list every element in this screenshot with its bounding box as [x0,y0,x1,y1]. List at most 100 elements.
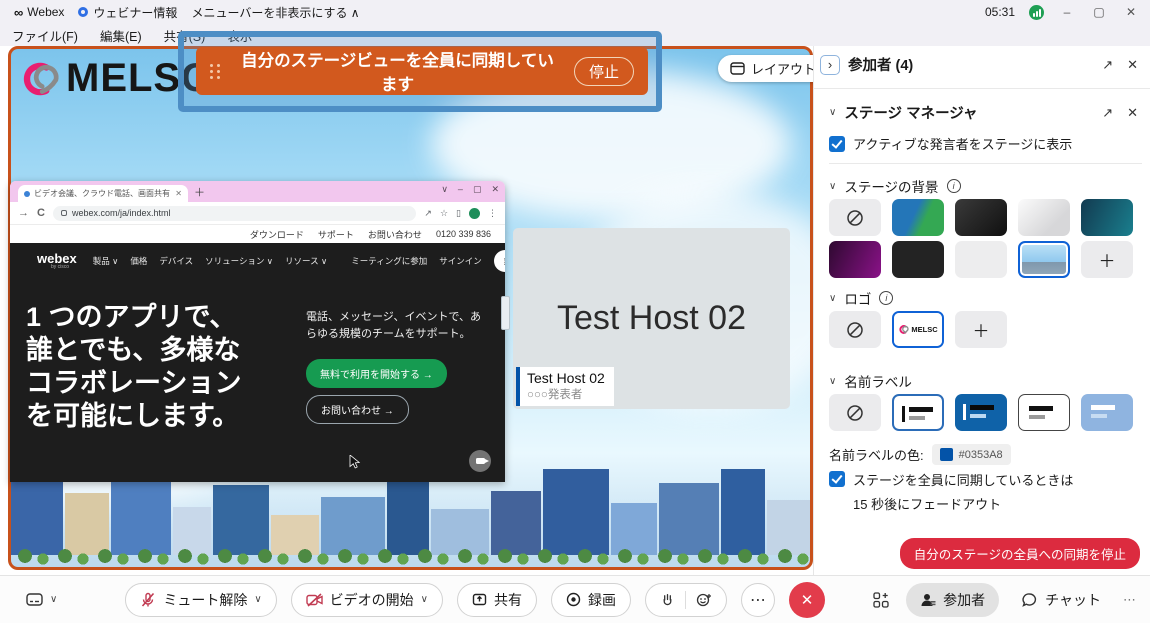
raise-hand-icon[interactable] [660,592,675,607]
browser-maximize-button[interactable]: ▢ [473,184,482,195]
maximize-button[interactable]: ▢ [1090,5,1108,19]
logo-add-button[interactable]: ＋ [955,311,1007,348]
name-label-color-chip[interactable]: #0353A8 [932,444,1011,465]
browser-profile-icon[interactable]: ▯ [456,208,461,219]
quicklink-download[interactable]: ダウンロード [250,228,304,241]
browser-close-button[interactable]: ✕ [491,184,499,195]
logo-section-header[interactable]: ∨ ロゴ i [829,288,1138,308]
stage-background-info-icon[interactable]: i [947,179,961,193]
site-cta-button[interactable]: 無料で始める [494,250,505,272]
browser-forward-icon[interactable]: → [18,207,29,219]
layout-label: レイアウト [751,59,816,78]
background-thumb-city-selected[interactable] [1018,241,1070,278]
background-thumb-gray[interactable] [955,241,1007,278]
stage-manager-title: ステージ マネージャ [844,102,977,123]
bookmark-star-icon[interactable]: ☆ [440,208,448,219]
background-thumb-dark[interactable] [955,199,1007,236]
start-video-chevron-icon: ∨ [421,594,428,605]
tab-close-icon[interactable]: ✕ [175,189,182,198]
captions-button[interactable]: ∨ [18,583,65,617]
color-value: #0353A8 [959,449,1003,461]
close-stage-manager-icon[interactable]: ✕ [1127,105,1138,121]
browser-reload-icon[interactable]: C [37,207,45,219]
site-nav-products[interactable]: 製品 ∨ [93,255,119,267]
stage-manager-chevron-icon[interactable]: ∨ [829,107,836,118]
address-bar[interactable]: webex.com/ja/index.html [53,206,416,221]
background-thumb-green-blue[interactable] [892,199,944,236]
name-label-style-1-selected[interactable] [892,394,944,431]
site-nav-pricing[interactable]: 価格 [130,255,147,267]
logo-none-thumb[interactable] [829,311,881,348]
site-nav-devices[interactable]: デバイス [159,255,193,267]
background-thumb-light[interactable] [1018,199,1070,236]
connection-quality-icon[interactable] [1029,5,1044,20]
site-nav-resources[interactable]: リソース ∨ [285,255,327,267]
browser-avatar[interactable] [469,208,480,219]
name-label-chevron-icon: ∨ [829,376,836,387]
new-tab-button[interactable]: ＋ [194,184,205,200]
camera-widget-icon[interactable] [469,450,491,472]
captions-chevron-icon: ∨ [50,594,57,605]
apps-icon[interactable] [872,591,890,609]
start-video-button[interactable]: ビデオの開始 ∨ [291,583,443,617]
unmute-button[interactable]: ミュート解除 ∨ [125,583,276,617]
hide-menubar-button[interactable]: メニューバーを非表示にする ∧ [191,4,359,21]
webinar-info-menu[interactable]: ウェビナー情報 [78,4,177,21]
background-thumb-teal[interactable] [1081,199,1133,236]
site-brand[interactable]: webex by cisco [37,252,77,270]
stage-divider-handle[interactable] [501,296,510,330]
layout-button[interactable]: レイアウト [718,55,828,82]
stop-sync-all-button[interactable]: 自分のステージの全員への同期を停止 [900,538,1140,569]
stage-background-header[interactable]: ∨ ステージの背景 i [829,176,1138,196]
browser-tab[interactable]: ビデオ会議、クラウド電話、画面共有 ✕ [18,185,188,202]
close-panel-icon[interactable]: ✕ [1127,57,1138,73]
name-label-section-header[interactable]: ∨ 名前ラベル [829,371,1138,391]
background-none-thumb[interactable] [829,199,881,236]
logo-info-icon[interactable]: i [879,291,893,305]
popout-panel-icon[interactable]: ↗ [1102,57,1113,73]
browser-menu-icon[interactable]: ⋮ [488,208,497,219]
name-label-style-4[interactable] [1081,394,1133,431]
participants-toggle-button[interactable]: 参加者 [906,583,999,617]
background-thumb-black[interactable] [892,241,944,278]
quicklink-contact[interactable]: お問い合わせ [368,228,422,241]
name-label-style-2[interactable] [955,394,1007,431]
collapse-panel-button[interactable]: › [820,55,840,75]
popout-stage-manager-icon[interactable]: ↗ [1102,105,1113,121]
browser-minimize-button[interactable]: – [458,184,463,195]
name-label-style-3[interactable] [1018,394,1070,431]
leave-meeting-button[interactable]: ✕ [789,582,825,618]
fadeout-checkbox[interactable] [829,471,845,487]
logo-thumbnails-row: MELSC ＋ [829,311,1007,348]
close-button[interactable]: ✕ [1122,5,1140,19]
more-options-icon: ⋯ [750,590,766,610]
menu-file[interactable]: ファイル(F) [12,26,78,45]
reactions-smiley-icon[interactable] [696,592,712,608]
hero-secondary-button[interactable]: お問い合わせ → [306,395,409,424]
background-thumb-purple[interactable] [829,241,881,278]
toolbar-more-icon[interactable]: ⋯ [1123,592,1136,608]
background-add-button[interactable]: ＋ [1081,241,1133,278]
chat-toggle-button[interactable]: チャット [1015,583,1107,617]
site-nav-signin[interactable]: サインイン [439,255,482,267]
site-nav-join[interactable]: ミーティングに参加 [351,255,427,267]
browser-share-icon[interactable]: ↗ [424,208,432,219]
drag-handle-icon[interactable] [210,64,221,79]
stage-background-title: ステージの背景 [844,176,938,196]
stop-sync-banner-button[interactable]: 停止 [574,57,634,86]
name-label-none-thumb[interactable] [829,394,881,431]
hero-primary-button[interactable]: 無料で利用を開始する → [306,359,447,388]
record-button[interactable]: 録画 [551,583,631,617]
name-label-thumbnails-row [829,394,1133,431]
tab-favicon [24,191,30,197]
more-options-button[interactable]: ⋯ [741,583,775,617]
logo-melsc-thumb-selected[interactable]: MELSC [892,311,944,348]
background-thumbnails-row1 [829,199,1133,236]
site-nav-solutions[interactable]: ソリューション ∨ [205,255,273,267]
minimize-button[interactable]: – [1058,5,1076,19]
active-speaker-checkbox[interactable] [829,136,845,152]
share-button[interactable]: 共有 [457,583,537,617]
quicklink-support[interactable]: サポート [318,228,354,241]
menu-edit[interactable]: 編集(E) [100,26,142,45]
browser-dropdown-icon[interactable]: ∨ [441,184,448,195]
